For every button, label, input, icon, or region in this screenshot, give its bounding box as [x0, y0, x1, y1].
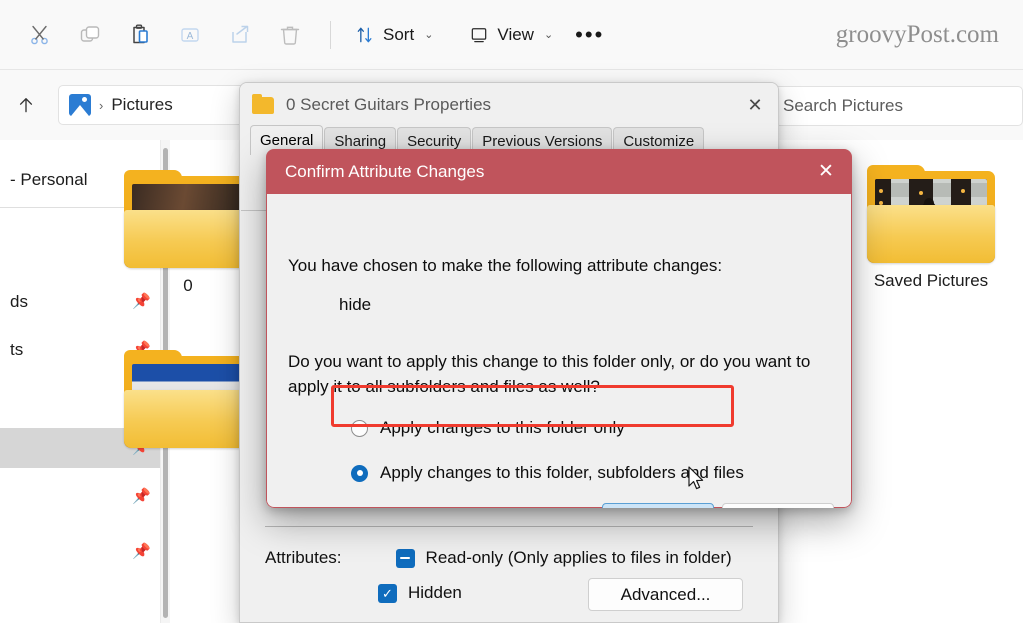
more-options-button[interactable]: •••	[563, 15, 616, 55]
rename-icon: A	[178, 23, 202, 47]
confirm-intro-text: You have chosen to make the following at…	[288, 256, 722, 276]
copy-button[interactable]	[68, 15, 112, 55]
search-input[interactable]: Search Pictures	[770, 86, 1023, 126]
hidden-checkbox[interactable]: ✓	[378, 584, 397, 603]
share-button[interactable]	[218, 15, 262, 55]
folder-icon	[252, 97, 274, 114]
sort-label: Sort	[383, 25, 414, 45]
confirm-dialog-title: Confirm Attribute Changes	[285, 162, 484, 182]
confirm-dialog-title-bar: Confirm Attribute Changes ✕	[266, 149, 852, 194]
properties-title: 0 Secret Guitars Properties	[286, 95, 491, 115]
pin-icon: 📌	[132, 294, 148, 310]
radio-button-icon[interactable]	[351, 465, 368, 482]
copy-icon	[78, 23, 102, 47]
confirm-attribute-changes-dialog[interactable]: Confirm Attribute Changes ✕ You have cho…	[266, 149, 852, 508]
up-button[interactable]	[6, 85, 46, 125]
delete-button[interactable]	[268, 15, 312, 55]
attributes-row-readonly: Attributes: Read-only (Only applies to f…	[265, 548, 732, 568]
toolbar-divider	[330, 21, 331, 49]
monitor-icon	[469, 25, 489, 45]
properties-separator	[265, 526, 753, 527]
radio-folder-subfolders-files[interactable]: Apply changes to this folder, subfolders…	[351, 463, 744, 483]
folder-label: Saved Pictures	[861, 271, 1001, 291]
confirm-attribute-value: hide	[339, 295, 371, 315]
arrow-up-icon	[16, 95, 36, 115]
hidden-label: Hidden	[408, 583, 462, 603]
view-label: View	[497, 25, 534, 45]
readonly-checkbox[interactable]	[396, 549, 415, 568]
properties-title-bar: 0 Secret Guitars Properties ✕	[240, 83, 778, 127]
sort-icon	[355, 25, 375, 45]
chevron-down-icon: ⌄	[424, 28, 433, 41]
watermark: groovyPost.com	[836, 21, 999, 49]
breadcrumb-separator: ›	[99, 98, 103, 113]
folder-icon	[124, 350, 252, 448]
delete-icon	[278, 23, 302, 47]
folder-tile[interactable]	[118, 350, 258, 456]
radio-button-icon[interactable]	[351, 420, 368, 437]
attributes-row-hidden: ✓ Hidden	[378, 583, 462, 603]
sidebar-item-6[interactable]: 📌	[0, 477, 160, 517]
pin-icon: 📌	[132, 489, 148, 505]
sidebar-item-label: ds	[10, 292, 28, 312]
close-icon[interactable]: ✕	[800, 149, 852, 194]
attributes-label: Attributes:	[265, 548, 342, 568]
check-icon: ✓	[382, 587, 393, 600]
sort-button[interactable]: Sort ⌄	[345, 15, 443, 55]
folder-icon	[867, 165, 995, 263]
svg-text:A: A	[187, 31, 194, 42]
ok-button[interactable]: OK	[602, 503, 714, 508]
dash-icon	[400, 557, 410, 560]
command-bar: A Sort ⌄	[0, 0, 1023, 70]
paste-button[interactable]	[118, 15, 162, 55]
folder-tile[interactable]: 0	[118, 170, 258, 296]
pin-icon: 📌	[132, 544, 148, 560]
breadcrumb-label: Pictures	[111, 95, 172, 115]
radio-folder-only[interactable]: Apply changes to this folder only	[351, 418, 625, 438]
folder-label: 0	[118, 276, 258, 296]
cut-icon	[28, 23, 52, 47]
close-icon[interactable]: ✕	[732, 83, 778, 127]
rename-button[interactable]: A	[168, 15, 212, 55]
folder-tile-saved-pictures[interactable]: Saved Pictures	[861, 165, 1001, 291]
cut-button[interactable]	[18, 15, 62, 55]
explorer-window: A Sort ⌄	[0, 0, 1023, 623]
folder-icon	[124, 170, 252, 268]
cancel-button[interactable]: Cancel	[722, 503, 834, 508]
sidebar-item-7[interactable]: 📌	[0, 532, 160, 572]
share-icon	[228, 23, 252, 47]
sidebar-item-label: - Personal	[10, 170, 87, 190]
view-button[interactable]: View ⌄	[459, 15, 563, 55]
radio-label: Apply changes to this folder, subfolders…	[380, 463, 744, 483]
paste-icon	[128, 23, 152, 47]
sidebar-item-label: ts	[10, 340, 23, 360]
chevron-down-icon: ⌄	[544, 28, 553, 41]
confirm-dialog-body: You have chosen to make the following at…	[266, 194, 852, 508]
radio-label: Apply changes to this folder only	[380, 418, 625, 438]
advanced-button[interactable]: Advanced...	[588, 578, 743, 611]
pictures-icon	[69, 94, 91, 116]
search-placeholder: Search Pictures	[783, 96, 903, 116]
confirm-question-text: Do you want to apply this change to this…	[288, 349, 836, 399]
readonly-label: Read-only (Only applies to files in fold…	[426, 548, 732, 568]
